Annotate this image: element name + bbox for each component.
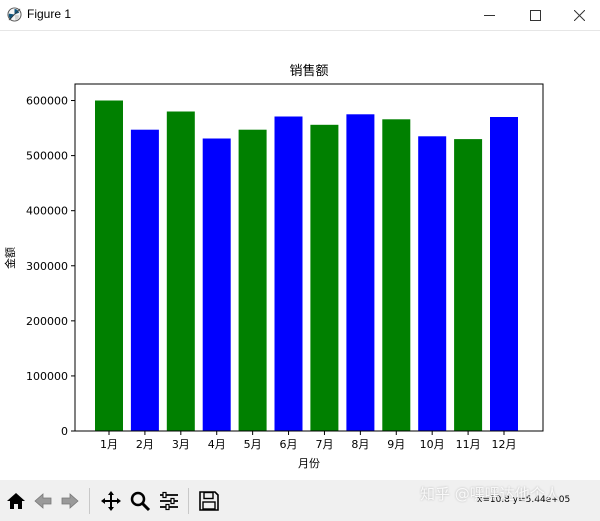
- bar-3: [166, 111, 195, 431]
- back-button[interactable]: [29, 487, 57, 515]
- magnifier-icon: [130, 491, 151, 512]
- close-button[interactable]: [556, 0, 600, 30]
- y-tick-label: 300000: [26, 260, 68, 273]
- figure-canvas[interactable]: 销售额 金额 月份 0 100000 200000 300000 400000 50000…: [0, 31, 600, 477]
- matplotlib-logo-icon: [7, 7, 22, 22]
- configure-subplots-button[interactable]: [155, 487, 183, 515]
- bar-2: [130, 129, 159, 431]
- x-ticks-group: 1月 2月 3月 4月 5月 6月 7月 8月 9月 10月 11月 12月: [100, 431, 517, 451]
- bar-chart: 销售额 金额 月份 0 100000 200000 300000 400000 50000…: [3, 63, 544, 470]
- bar-10: [418, 136, 447, 432]
- x-tick-label: 4月: [208, 438, 226, 451]
- y-tick-label: 500000: [26, 150, 68, 163]
- bar-6: [274, 116, 303, 431]
- watermark-text: 知乎 @嘿嘿达他个人: [420, 485, 560, 503]
- home-button[interactable]: [2, 487, 30, 515]
- y-tick-label: 600000: [26, 95, 68, 108]
- pan-button[interactable]: [97, 487, 125, 515]
- bar-8: [346, 114, 375, 432]
- zoom-button[interactable]: [126, 487, 154, 515]
- minimize-button[interactable]: [466, 0, 512, 30]
- y-tick-label: 0: [61, 425, 68, 438]
- arrow-left-icon: [34, 493, 52, 509]
- bar-7: [310, 124, 339, 432]
- save-button[interactable]: [195, 487, 223, 515]
- move-icon: [101, 491, 121, 511]
- maximize-button[interactable]: [512, 0, 558, 30]
- y-tick-label: 400000: [26, 205, 68, 218]
- x-tick-label: 12月: [492, 438, 517, 451]
- bar-12: [490, 117, 518, 431]
- arrow-right-icon: [61, 493, 79, 509]
- bar-11: [454, 139, 483, 431]
- window-title: Figure 1: [27, 7, 72, 21]
- home-icon: [7, 493, 25, 509]
- y-tick-label: 100000: [26, 370, 68, 383]
- x-tick-label: 8月: [351, 438, 369, 451]
- x-tick-label: 9月: [387, 438, 405, 451]
- x-tick-label: 5月: [244, 438, 262, 451]
- x-tick-label: 1月: [100, 438, 118, 451]
- bar-9: [382, 119, 411, 432]
- x-tick-label: 11月: [456, 438, 481, 451]
- bar-5: [238, 129, 267, 431]
- x-tick-label: 3月: [172, 438, 190, 451]
- y-tick-label: 200000: [26, 315, 68, 328]
- maximize-icon: [529, 9, 541, 21]
- window-titlebar: Figure 1: [0, 0, 600, 31]
- floppy-disk-icon: [199, 491, 219, 511]
- bar-4: [202, 138, 231, 431]
- close-icon: [573, 9, 585, 21]
- y-axis-label: 金额: [3, 247, 17, 269]
- forward-button[interactable]: [56, 487, 84, 515]
- toolbar-separator: [89, 488, 90, 514]
- x-tick-label: 10月: [420, 438, 445, 451]
- bar-1: [95, 100, 123, 431]
- sliders-icon: [160, 491, 178, 511]
- toolbar-separator: [188, 488, 189, 514]
- chart-title: 销售额: [289, 63, 328, 79]
- minimize-icon: [483, 14, 495, 16]
- x-tick-label: 7月: [315, 438, 333, 451]
- y-ticks-group: 0 100000 200000 300000 400000 500000 600000: [26, 95, 75, 438]
- x-tick-label: 2月: [136, 438, 154, 451]
- x-axis-label: 月份: [298, 457, 320, 470]
- bars-group: [95, 100, 518, 432]
- x-tick-label: 6月: [280, 438, 298, 451]
